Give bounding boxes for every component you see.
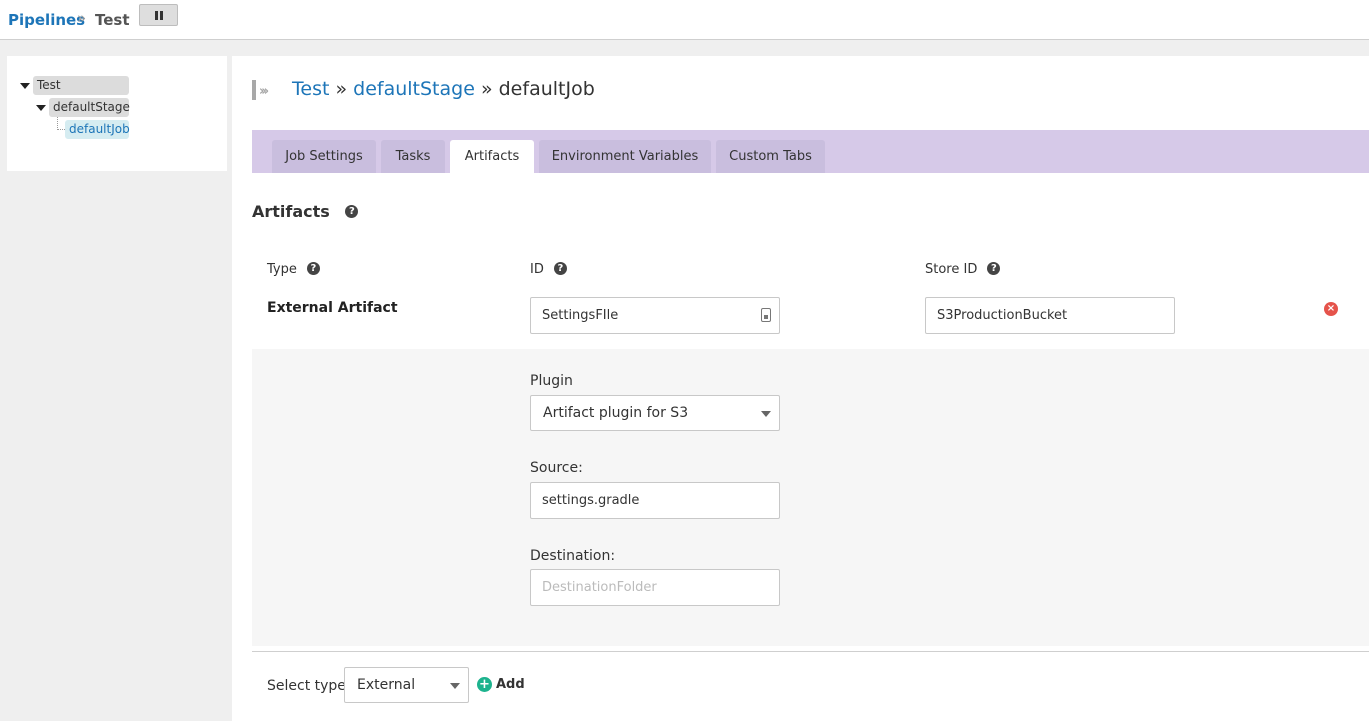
- column-header-type-text: Type: [267, 262, 297, 277]
- artifact-type-selected: External: [357, 677, 416, 693]
- top-bar: Pipelines » Test: [0, 0, 1369, 40]
- pause-button[interactable]: [139, 4, 178, 26]
- section-title: Artifacts ?: [252, 202, 359, 221]
- tree-node-pipeline[interactable]: Test: [33, 76, 129, 95]
- autofill-icon[interactable]: [761, 308, 771, 322]
- column-header-store-id-text: Store ID: [925, 262, 978, 277]
- source-input[interactable]: settings.gradle: [530, 482, 780, 519]
- chevron-down-icon: [761, 411, 771, 417]
- add-label: Add: [496, 677, 525, 692]
- artifact-type: External Artifact: [267, 300, 398, 316]
- pipeline-tree: Test defaultStage defaultJob: [7, 56, 227, 171]
- tree-collapse-icon[interactable]: [20, 83, 30, 89]
- add-artifact-button[interactable]: + Add: [477, 677, 525, 695]
- tab-artifacts[interactable]: Artifacts: [450, 140, 534, 173]
- tree-node-job[interactable]: defaultJob: [65, 120, 130, 139]
- title-stage-link[interactable]: defaultStage: [353, 78, 475, 100]
- title-separator: »: [335, 78, 348, 100]
- breadcrumb-pipelines-link[interactable]: Pipelines: [8, 11, 85, 29]
- select-type-label: Select type:: [267, 678, 351, 694]
- chevron-down-icon: [450, 683, 460, 689]
- help-icon[interactable]: ?: [553, 262, 567, 275]
- column-header-type: Type?: [267, 262, 320, 277]
- source-label: Source:: [530, 460, 583, 476]
- tab-custom-tabs[interactable]: Custom Tabs: [716, 140, 825, 173]
- job-icon: ›››: [252, 80, 278, 100]
- destination-label: Destination:: [530, 548, 616, 564]
- artifact-id-value: SettingsFIle: [542, 308, 619, 323]
- breadcrumb-current: Test: [95, 11, 130, 29]
- remove-artifact-icon[interactable]: ×: [1324, 302, 1338, 316]
- store-id-value: S3ProductionBucket: [937, 308, 1068, 323]
- column-header-id-text: ID: [530, 262, 544, 277]
- plugin-selected-value: Artifact plugin for S3: [543, 405, 689, 421]
- tab-tasks[interactable]: Tasks: [381, 140, 445, 173]
- plugin-section: [252, 349, 1369, 446]
- destination-input[interactable]: DestinationFolder: [530, 569, 780, 606]
- help-icon[interactable]: ?: [987, 262, 1001, 275]
- artifact-type-select[interactable]: External: [344, 667, 469, 703]
- breadcrumb-separator: »: [77, 9, 87, 27]
- tab-job-settings[interactable]: Job Settings: [272, 140, 376, 173]
- help-icon[interactable]: ?: [306, 262, 320, 275]
- title-pipeline-link[interactable]: Test: [292, 78, 329, 100]
- section-title-text: Artifacts: [252, 202, 330, 221]
- tree-connector: [57, 117, 65, 130]
- store-id-input[interactable]: S3ProductionBucket: [925, 297, 1175, 334]
- title-separator: »: [480, 78, 493, 100]
- add-icon: +: [477, 677, 492, 692]
- tree-node-stage[interactable]: defaultStage: [49, 98, 130, 117]
- destination-placeholder: DestinationFolder: [542, 580, 657, 595]
- tab-bar: Job Settings Tasks Artifacts Environment…: [252, 130, 1369, 173]
- column-header-id: ID?: [530, 262, 567, 277]
- page-title: Test » defaultStage » defaultJob: [292, 78, 595, 100]
- plugin-select[interactable]: Artifact plugin for S3: [530, 395, 780, 431]
- column-header-store-id: Store ID?: [925, 262, 1001, 277]
- title-job: defaultJob: [498, 78, 595, 100]
- main-panel: ››› Test » defaultStage » defaultJob Job…: [232, 56, 1369, 721]
- tab-environment-variables[interactable]: Environment Variables: [539, 140, 711, 173]
- source-value: settings.gradle: [542, 493, 640, 508]
- divider: [252, 651, 1369, 652]
- plugin-label: Plugin: [530, 373, 573, 389]
- help-icon[interactable]: ?: [345, 204, 359, 218]
- artifact-id-input[interactable]: SettingsFIle: [530, 297, 780, 334]
- tree-collapse-icon[interactable]: [36, 105, 46, 111]
- configuration-section: [252, 446, 1369, 646]
